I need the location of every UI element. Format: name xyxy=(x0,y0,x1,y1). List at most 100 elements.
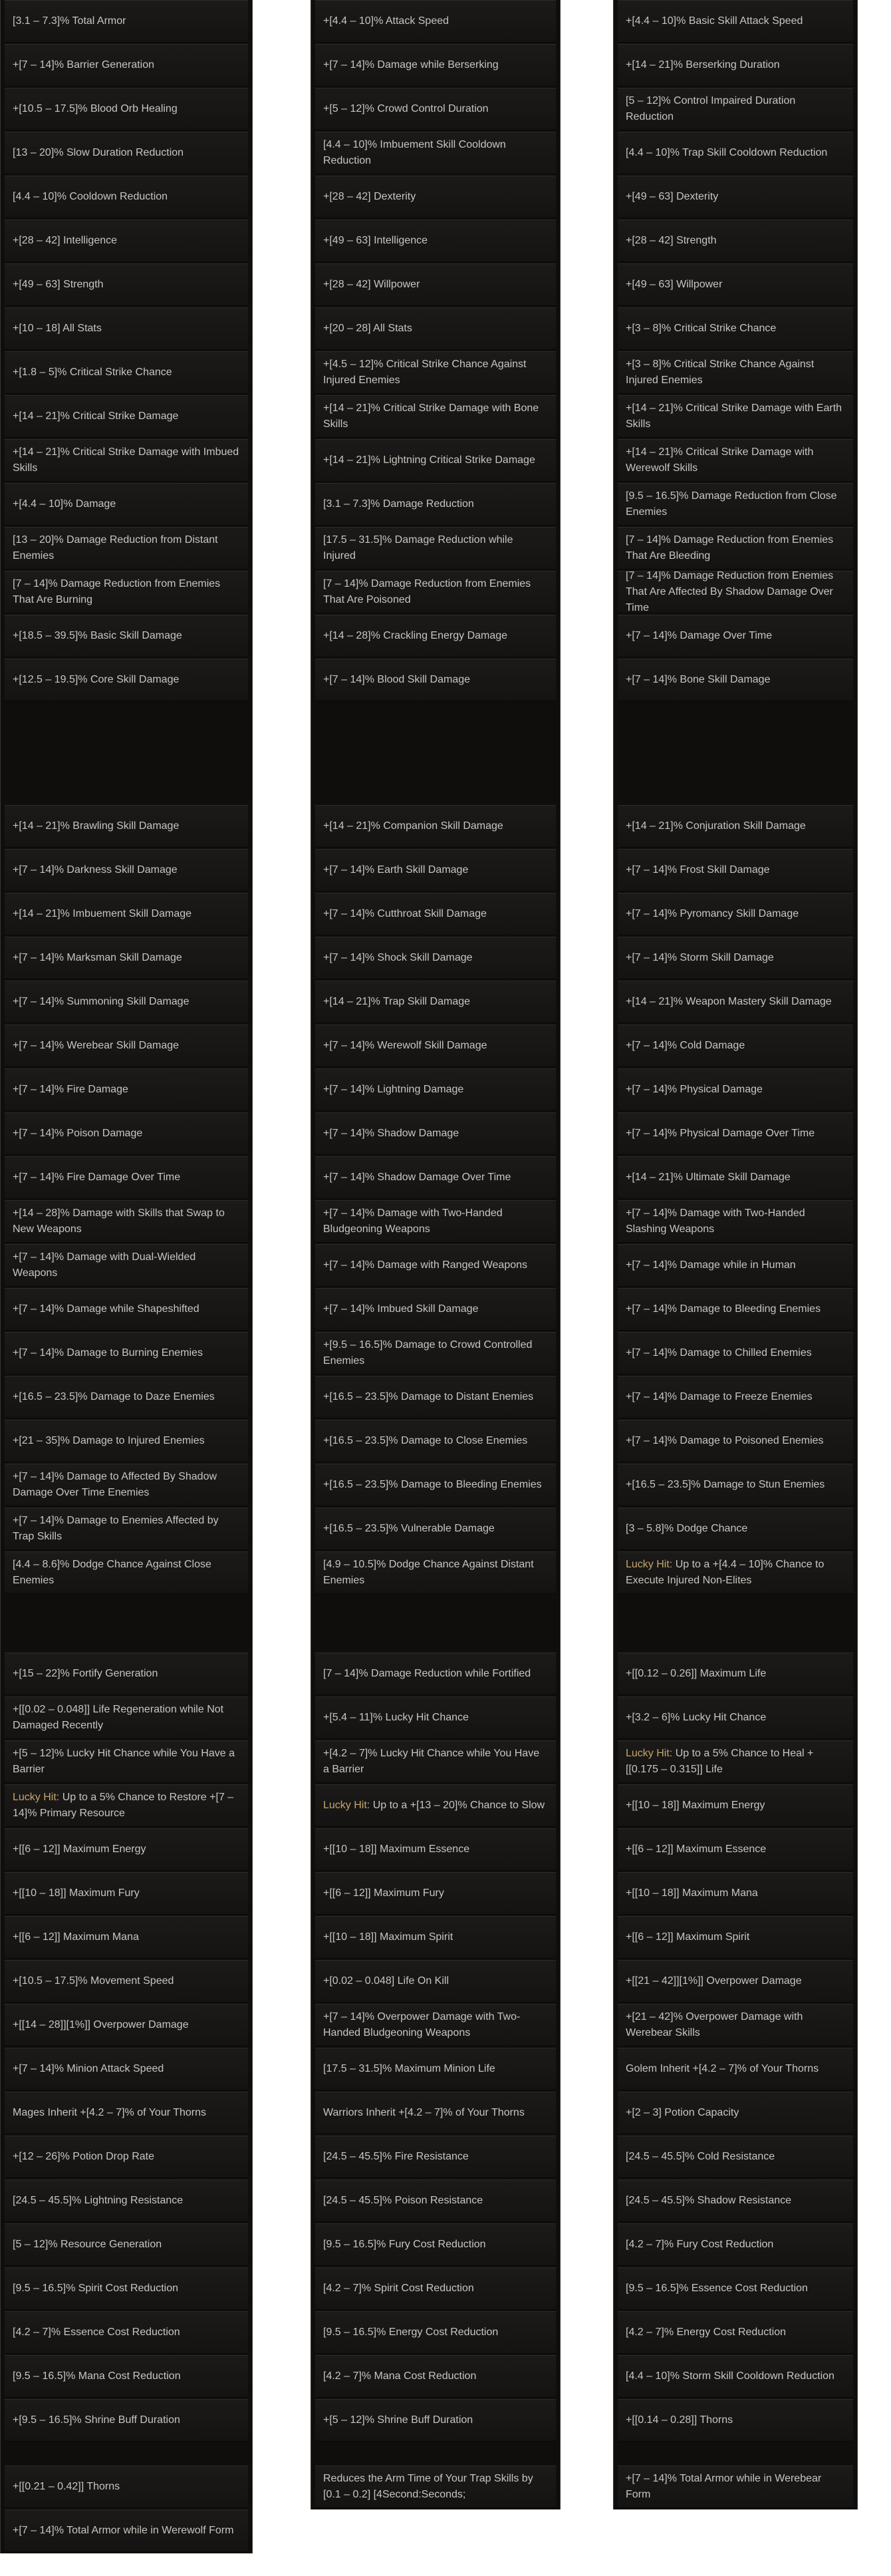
affix-text: +[14 – 21]% Conjuration Skill Damage xyxy=(626,820,806,832)
affix-row: +[7 – 14]% Imbued Skill Damage xyxy=(315,1288,556,1331)
affix-row: +[[6 – 12]] Maximum Energy xyxy=(5,1828,248,1871)
affix-text: +[7 – 14]% Damage to Burning Enemies xyxy=(13,1347,203,1359)
affix-row: [4.2 – 7]% Essence Cost Reduction xyxy=(5,2311,248,2354)
affix-row: +[7 – 14]% Shock Skill Damage xyxy=(315,937,556,979)
affix-text: +[7 – 14]% Fire Damage Over Time xyxy=(13,1172,181,1183)
affix-text: +[28 – 42] Dexterity xyxy=(323,191,416,202)
affix-row: +[7 – 14]% Damage while Shapeshifted xyxy=(5,1288,248,1331)
affix-row: +[2 – 3] Potion Capacity xyxy=(618,2092,853,2134)
affix-text: +[7 – 14]% Damage to Enemies Affected by… xyxy=(13,1515,219,1542)
affix-row: +[18.5 – 39.5]% Basic Skill Damage xyxy=(5,615,248,657)
affix-column-2-3: +[14 – 21]% Conjuration Skill Damage +[7 … xyxy=(613,798,858,1646)
affix-text: +[7 – 14]% Damage with Two-Handed Bludge… xyxy=(323,1208,503,1235)
affix-row: [9.5 – 16.5]% Energy Cost Reduction xyxy=(315,2311,556,2354)
affix-row: [4.9 – 10.5]% Dodge Chance Against Dista… xyxy=(315,1551,556,1594)
affix-row: +[7 – 14]% Overpower Damage with Two-Han… xyxy=(315,2004,556,2046)
affix-column-4-2: Reduces the Arm Time of Your Trap Skills… xyxy=(311,2462,561,2509)
affix-row: +[12 – 26]% Potion Drop Rate xyxy=(5,2136,248,2178)
affix-text: +[[6 – 12]] Maximum Spirit xyxy=(626,1931,750,1943)
affix-text: +[7 – 14]% Cold Damage xyxy=(626,1040,745,1051)
affix-row: +[7 – 14]% Physical Damage Over Time xyxy=(618,1112,853,1155)
affix-text: +[14 – 21]% Companion Skill Damage xyxy=(323,820,503,832)
affix-row: +[7 – 14]% Pyromancy Skill Damage xyxy=(618,893,853,935)
affix-text: +[3 – 8]% Critical Strike Chance Against… xyxy=(626,359,815,386)
affix-text: Lucky Hit: Up to a +[13 – 20]% Chance to… xyxy=(323,1800,545,1811)
affix-text: +[7 – 14]% Werebear Skill Damage xyxy=(13,1040,180,1051)
affix-text: Lucky Hit: Up to a 5% Chance to Restore … xyxy=(13,1792,234,1819)
affix-text: [17.5 – 31.5]% Maximum Minion Life xyxy=(323,2063,495,2074)
affix-row: +[7 – 14]% Damage with Two-Handed Slashi… xyxy=(618,1200,853,1243)
affix-row: +[[6 – 12]] Maximum Spirit xyxy=(618,1916,853,1959)
affix-row: +[[21 – 42]][1%]] Overpower Damage xyxy=(618,1960,853,2003)
affix-text: +[28 – 42] Willpower xyxy=(323,279,420,290)
affix-text: +[7 – 14]% Fire Damage xyxy=(13,1084,128,1095)
affix-row: +[[10 – 18]] Maximum Fury xyxy=(5,1872,248,1915)
affix-text: [7 – 14]% Damage Reduction while Fortifi… xyxy=(323,1668,531,1679)
affix-text: [4.2 – 7]% Energy Cost Reduction xyxy=(626,2327,787,2338)
affix-row: +[7 – 14]% Shadow Damage xyxy=(315,1112,556,1155)
affix-text: +[49 – 63] Dexterity xyxy=(626,191,719,202)
affix-text: +[21 – 35]% Damage to Injured Enemies xyxy=(13,1435,205,1446)
affix-text: +[14 – 21]% Brawling Skill Damage xyxy=(13,820,180,832)
affix-text: Lucky Hit: Up to a 5% Chance to Heal +[[… xyxy=(626,1748,814,1775)
affix-row: [9.5 – 16.5]% Spirit Cost Reduction xyxy=(5,2267,248,2310)
affix-row: [3.1 – 7.3]% Total Armor xyxy=(5,0,248,43)
affix-text: +[4.2 – 7]% Lucky Hit Chance while You H… xyxy=(323,1748,540,1775)
affix-row: +[[10 – 18]] Maximum Mana xyxy=(618,1872,853,1915)
affix-text: [3 – 5.8]% Dodge Chance xyxy=(626,1523,748,1534)
affix-row: +[16.5 – 23.5]% Damage to Close Enemies xyxy=(315,1420,556,1462)
affix-row: +[10.5 – 17.5]% Blood Orb Healing xyxy=(5,88,248,130)
affix-row: +[[0.12 – 0.26]] Maximum Life xyxy=(618,1653,853,1695)
affix-text: +[7 – 14]% Summoning Skill Damage xyxy=(13,996,190,1007)
affix-text: +[18.5 – 39.5]% Basic Skill Damage xyxy=(13,630,182,641)
affix-column-4-1: +[[0.21 – 0.42]] Thorns +[7 – 14]% Total … xyxy=(0,2462,253,2553)
affix-row: [17.5 – 31.5]% Damage Reduction while In… xyxy=(315,527,556,569)
affix-text: +[14 – 21]% Critical Strike Damage xyxy=(13,410,179,422)
affix-text: +[12.5 – 19.5]% Core Skill Damage xyxy=(13,674,180,685)
affix-row: [4.4 – 10]% Imbuement Skill Cooldown Red… xyxy=(315,132,556,174)
affix-text: +[[0.12 – 0.26]] Maximum Life xyxy=(626,1668,767,1679)
affix-row: +[7 – 14]% Summoning Skill Damage xyxy=(5,981,248,1023)
affix-row: +[14 – 21]% Critical Strike Damage with … xyxy=(618,395,853,438)
affix-text: [17.5 – 31.5]% Damage Reduction while In… xyxy=(323,534,513,562)
affix-row: +[28 – 42] Dexterity xyxy=(315,176,556,218)
affix-text: +[7 – 14]% Barrier Generation xyxy=(13,59,155,71)
affix-row: +[7 – 14]% Damage while in Human xyxy=(618,1244,853,1287)
affix-row: [7 – 14]% Damage Reduction while Fortifi… xyxy=(315,1653,556,1695)
affix-row: +[7 – 14]% Damage while Berserking xyxy=(315,44,556,86)
affix-row: [7 – 14]% Damage Reduction from Enemies … xyxy=(618,571,853,613)
affix-row: +[7 – 14]% Damage to Freeze Enemies xyxy=(618,1376,853,1418)
affix-text: [4.4 – 10]% Storm Skill Cooldown Reducti… xyxy=(626,2370,834,2382)
affix-text: +[7 – 14]% Physical Damage xyxy=(626,1084,763,1095)
affix-row: +[[10 – 18]] Maximum Energy xyxy=(618,1784,853,1827)
affix-row: +[[0.21 – 0.42]] Thorns xyxy=(5,2466,248,2508)
affix-text: +[0.02 – 0.048] Life On Kill xyxy=(323,1975,449,1987)
affix-text: +[12 – 26]% Potion Drop Rate xyxy=(13,2151,155,2162)
affix-text: [4.4 – 10]% Imbuement Skill Cooldown Red… xyxy=(323,139,506,166)
affix-text: +[28 – 42] Intelligence xyxy=(13,235,118,246)
affix-row: +[7 – 14]% Blood Skill Damage xyxy=(315,659,556,701)
affix-text: +[14 – 21]% Trap Skill Damage xyxy=(323,996,471,1007)
affix-text: +[14 – 21]% Critical Strike Damage with … xyxy=(626,402,842,430)
affix-text: +[7 – 14]% Damage while Shapeshifted xyxy=(13,1303,199,1315)
affix-row: +[14 – 28]% Crackling Energy Damage xyxy=(315,615,556,657)
affix-text: [7 – 14]% Damage Reduction from Enemies … xyxy=(626,534,834,562)
affix-text: +[7 – 14]% Frost Skill Damage xyxy=(626,864,770,876)
affix-text: +[[14 – 28]][1%]] Overpower Damage xyxy=(13,2019,189,2030)
affix-row: [9.5 – 16.5]% Damage Reduction from Clos… xyxy=(618,483,853,526)
affix-row: +[12.5 – 19.5]% Core Skill Damage xyxy=(5,659,248,701)
affix-text: +[7 – 14]% Damage to Bleeding Enemies xyxy=(626,1303,821,1315)
affix-row: +[[10 – 18]] Maximum Essence xyxy=(315,1828,556,1871)
affix-row: +[5 – 12]% Shrine Buff Duration xyxy=(315,2399,556,2442)
affix-text: +[14 – 21]% Ultimate Skill Damage xyxy=(626,1172,791,1183)
affix-text: +[[21 – 42]][1%]] Overpower Damage xyxy=(626,1975,802,1987)
affix-text: [7 – 14]% Damage Reduction from Enemies … xyxy=(13,578,221,605)
affix-row: +[7 – 14]% Damage to Affected By Shadow … xyxy=(5,1464,248,1506)
affix-column-4-3: +[7 – 14]% Total Armor while in Werebear… xyxy=(613,2462,858,2509)
affix-text: +[14 – 21]% Lightning Critical Strike Da… xyxy=(323,454,535,466)
affix-text: Mages Inherit +[4.2 – 7]% of Your Thorns xyxy=(13,2107,206,2118)
affix-row: +[10.5 – 17.5]% Movement Speed xyxy=(5,1960,248,2003)
affix-row: +[7 – 14]% Bone Skill Damage xyxy=(618,659,853,701)
affix-column-3-3: +[[0.12 – 0.26]] Maximum Life +[3.2 – 6]%… xyxy=(613,1646,858,2462)
affix-text: [13 – 20]% Slow Duration Reduction xyxy=(13,147,184,158)
